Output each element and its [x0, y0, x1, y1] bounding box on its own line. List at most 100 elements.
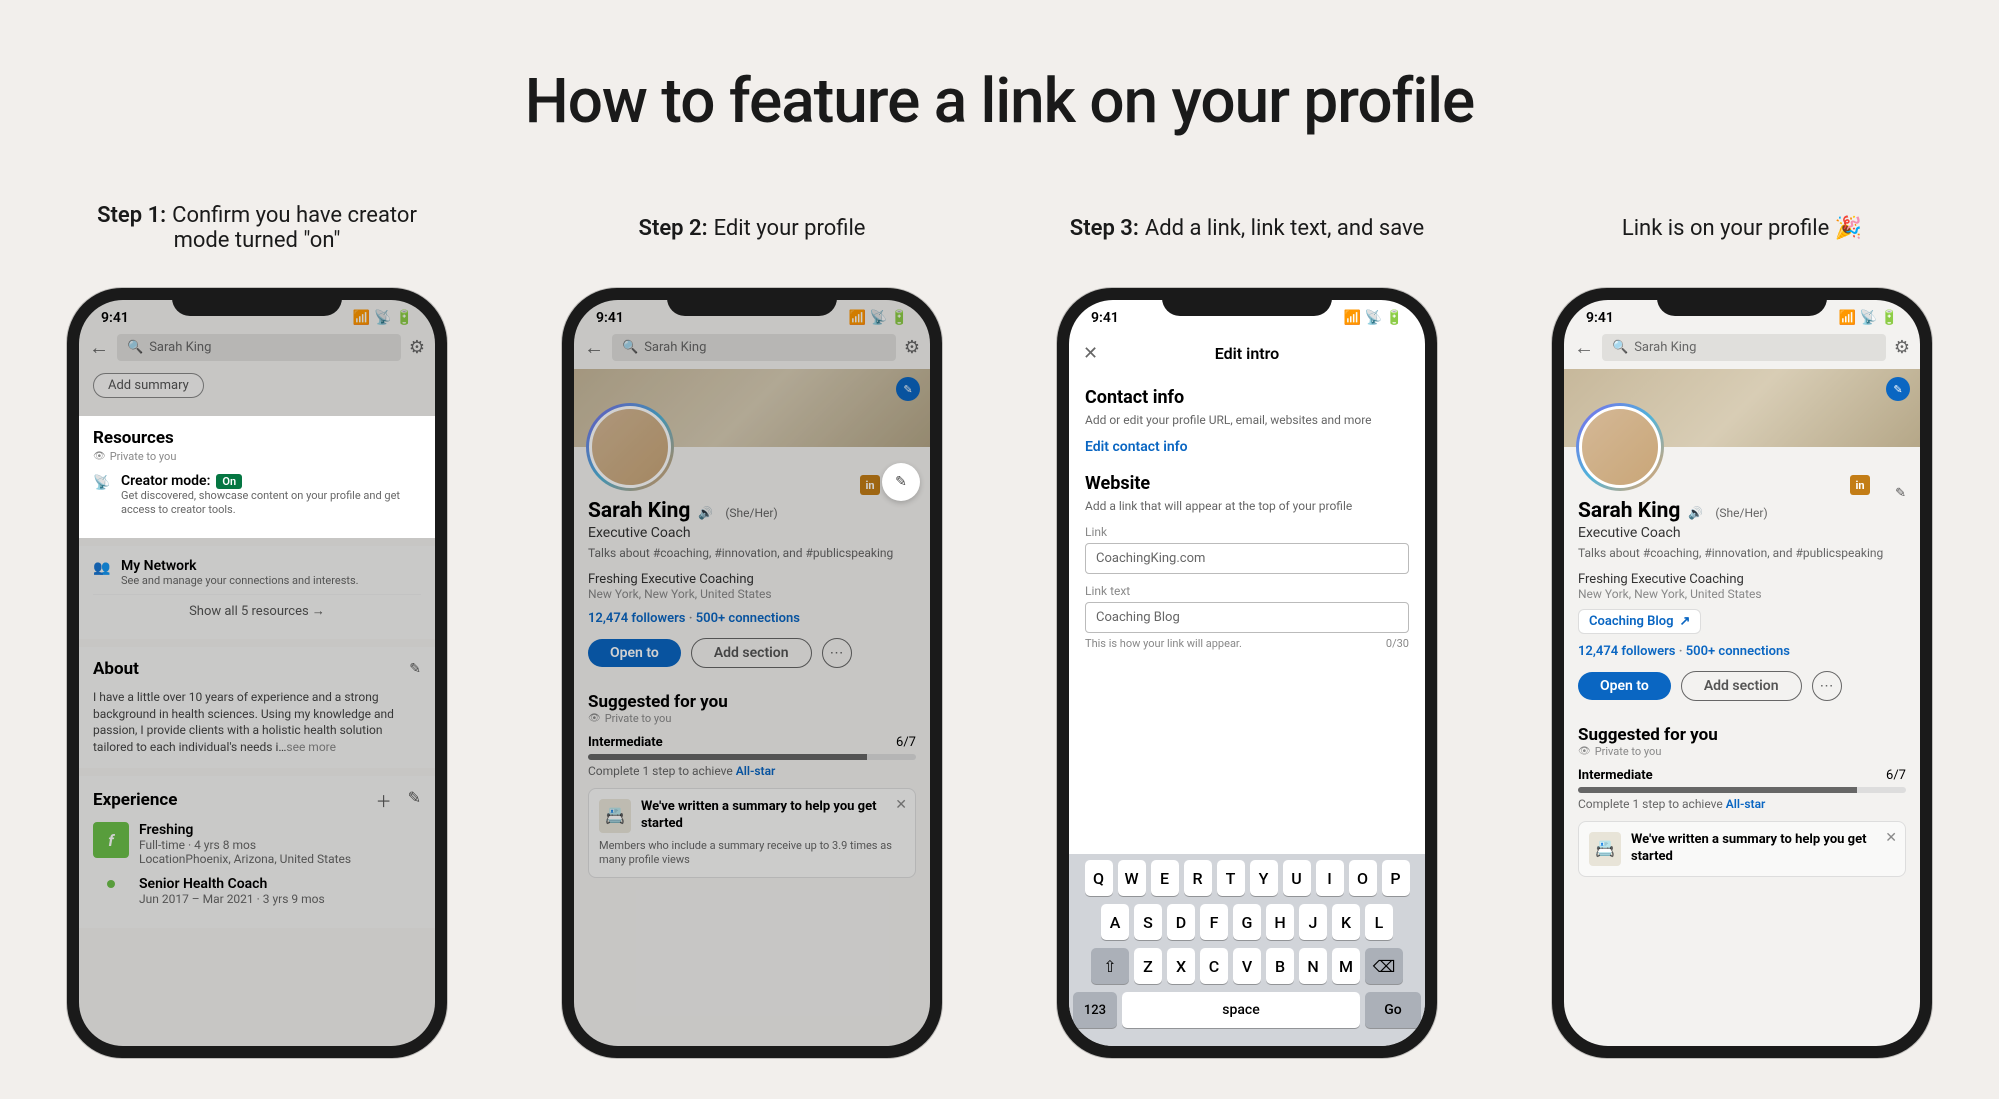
avatar[interactable] [1576, 403, 1664, 491]
notch [667, 288, 837, 316]
edit-experience-icon[interactable]: ✎ [408, 788, 421, 812]
search-text: Sarah King [1634, 340, 1696, 355]
phone-screen-1: 9:41 📶 📡 🔋 ← 🔍 Sarah King ⚙ Add summa [79, 300, 435, 1046]
close-icon[interactable]: ✕ [895, 797, 907, 813]
experience-item-2[interactable]: Senior Health Coach Jun 2017 – Mar 2021 … [93, 876, 421, 906]
speaker-icon[interactable]: 🔊 [698, 506, 713, 520]
search-row: ← 🔍 Sarah King ⚙ [79, 326, 435, 369]
see-more-link[interactable]: see more [286, 740, 336, 754]
key-c[interactable]: C [1200, 948, 1228, 984]
linktext-input[interactable] [1085, 602, 1409, 633]
my-network-card[interactable]: 👥 My Network See and manage your connect… [79, 546, 435, 639]
key-u[interactable]: U [1283, 860, 1311, 896]
key-h[interactable]: H [1266, 904, 1294, 940]
key-w[interactable]: W [1118, 860, 1146, 896]
add-section-button[interactable]: Add section [691, 638, 812, 668]
edit-profile-button[interactable]: ✎ [882, 463, 920, 501]
search-text: Sarah King [644, 340, 706, 355]
key-n[interactable]: N [1299, 948, 1327, 984]
speaker-icon[interactable]: 🔊 [1688, 506, 1703, 520]
edit-contact-link[interactable]: Edit contact info [1085, 439, 1409, 455]
back-arrow-icon[interactable]: ← [89, 335, 109, 360]
progress-count: 6/7 [896, 735, 916, 750]
private-row: 👁 Private to you [93, 450, 421, 463]
key-r[interactable]: R [1184, 860, 1212, 896]
key-j[interactable]: J [1299, 904, 1327, 940]
eye-icon: 👁 [588, 713, 601, 724]
search-input[interactable]: 🔍 Sarah King [612, 334, 896, 361]
add-summary-button[interactable]: Add summary [93, 373, 204, 398]
key-y[interactable]: Y [1250, 860, 1278, 896]
search-row: ← 🔍 Sarah King ⚙ [1564, 326, 1920, 369]
link-input[interactable] [1085, 543, 1409, 574]
show-all-link[interactable]: Show all 5 resources → [93, 594, 421, 627]
profile-company: Freshing Executive Coaching [1578, 572, 1906, 587]
gear-icon[interactable]: ⚙ [904, 337, 920, 358]
step-1-label: Step 1:Confirm you have creator mode tur… [67, 198, 447, 258]
go-key[interactable]: Go [1365, 992, 1421, 1028]
back-arrow-icon[interactable]: ← [584, 335, 604, 360]
key-s[interactable]: S [1134, 904, 1162, 940]
key-p[interactable]: P [1382, 860, 1410, 896]
key-o[interactable]: O [1349, 860, 1377, 896]
key-q[interactable]: Q [1085, 860, 1113, 896]
key-g[interactable]: G [1233, 904, 1261, 940]
open-to-button[interactable]: Open to [1578, 672, 1671, 700]
key-l[interactable]: L [1365, 904, 1393, 940]
linkedin-badge-icon: in [1850, 475, 1870, 495]
gear-icon[interactable]: ⚙ [409, 337, 425, 358]
close-icon[interactable]: ✕ [1083, 343, 1098, 364]
gear-icon[interactable]: ⚙ [1894, 337, 1910, 358]
space-key[interactable]: space [1122, 992, 1360, 1028]
key-z[interactable]: Z [1134, 948, 1162, 984]
key-v[interactable]: V [1233, 948, 1261, 984]
key-d[interactable]: D [1167, 904, 1195, 940]
key-x[interactable]: X [1167, 948, 1195, 984]
close-icon[interactable]: ✕ [1885, 830, 1897, 846]
status-icons: 📶 📡 🔋 [1839, 310, 1898, 326]
more-button[interactable]: ⋯ [1812, 671, 1842, 701]
summary-card[interactable]: ✕ 📇 We've written a summary to help you … [1578, 821, 1906, 877]
numbers-key[interactable]: 123 [1073, 992, 1117, 1028]
edit-about-icon[interactable]: ✎ [409, 661, 421, 677]
suggested-section: Suggested for you 👁Private to you Interm… [1564, 713, 1920, 889]
search-icon: 🔍 [127, 340, 143, 355]
key-m[interactable]: M [1332, 948, 1360, 984]
intermediate-label: Intermediate [1578, 768, 1653, 783]
more-button[interactable]: ⋯ [822, 638, 852, 668]
edit-cover-icon[interactable]: ✎ [896, 377, 920, 401]
profile-stats[interactable]: 12,474 followers · 500+ connections [1578, 644, 1906, 659]
creator-mode-item[interactable]: 📡 Creator mode: On Get discovered, showc… [93, 473, 421, 518]
phone-screen-4: 9:41 📶 📡 🔋 ← 🔍 Sarah King ⚙ ✎ in ✎ [1564, 300, 1920, 1046]
blog-chip[interactable]: Coaching Blog ↗ [1578, 609, 1701, 634]
key-e[interactable]: E [1151, 860, 1179, 896]
contact-subtext: Add or edit your profile URL, email, web… [1085, 412, 1409, 429]
back-arrow-icon[interactable]: ← [1574, 335, 1594, 360]
add-section-button[interactable]: Add section [1681, 671, 1802, 701]
key-b[interactable]: B [1266, 948, 1294, 984]
add-experience-icon[interactable]: ＋ [376, 788, 392, 812]
search-text: Sarah King [149, 340, 211, 355]
profile-stats[interactable]: 12,474 followers · 500+ connections [588, 611, 916, 626]
experience-item-1[interactable]: f Freshing Full-time · 4 yrs 8 mos Locat… [93, 822, 421, 866]
keyboard[interactable]: QWERTYUIOP ASDFGHJKL ⇧ ZXCVBNM ⌫ 123 spa… [1069, 854, 1425, 1046]
avatar[interactable] [586, 403, 674, 491]
about-title: About [93, 659, 139, 679]
progress-count: 6/7 [1886, 768, 1906, 783]
key-a[interactable]: A [1101, 904, 1129, 940]
key-f[interactable]: F [1200, 904, 1228, 940]
shift-key[interactable]: ⇧ [1091, 948, 1129, 984]
edit-cover-icon[interactable]: ✎ [1886, 377, 1910, 401]
backspace-key[interactable]: ⌫ [1365, 948, 1403, 984]
summary-card[interactable]: ✕ 📇 We've written a summary to help you … [588, 788, 916, 879]
key-i[interactable]: I [1316, 860, 1344, 896]
open-to-button[interactable]: Open to [588, 639, 681, 667]
edit-profile-icon[interactable]: ✎ [1895, 486, 1906, 501]
modal-title: Edit intro [1215, 344, 1279, 363]
key-t[interactable]: T [1217, 860, 1245, 896]
key-k[interactable]: K [1332, 904, 1360, 940]
signal-icon: 📶 [353, 310, 370, 326]
search-input[interactable]: 🔍 Sarah King [117, 334, 401, 361]
notch [1657, 288, 1827, 316]
search-input[interactable]: 🔍 Sarah King [1602, 334, 1886, 361]
